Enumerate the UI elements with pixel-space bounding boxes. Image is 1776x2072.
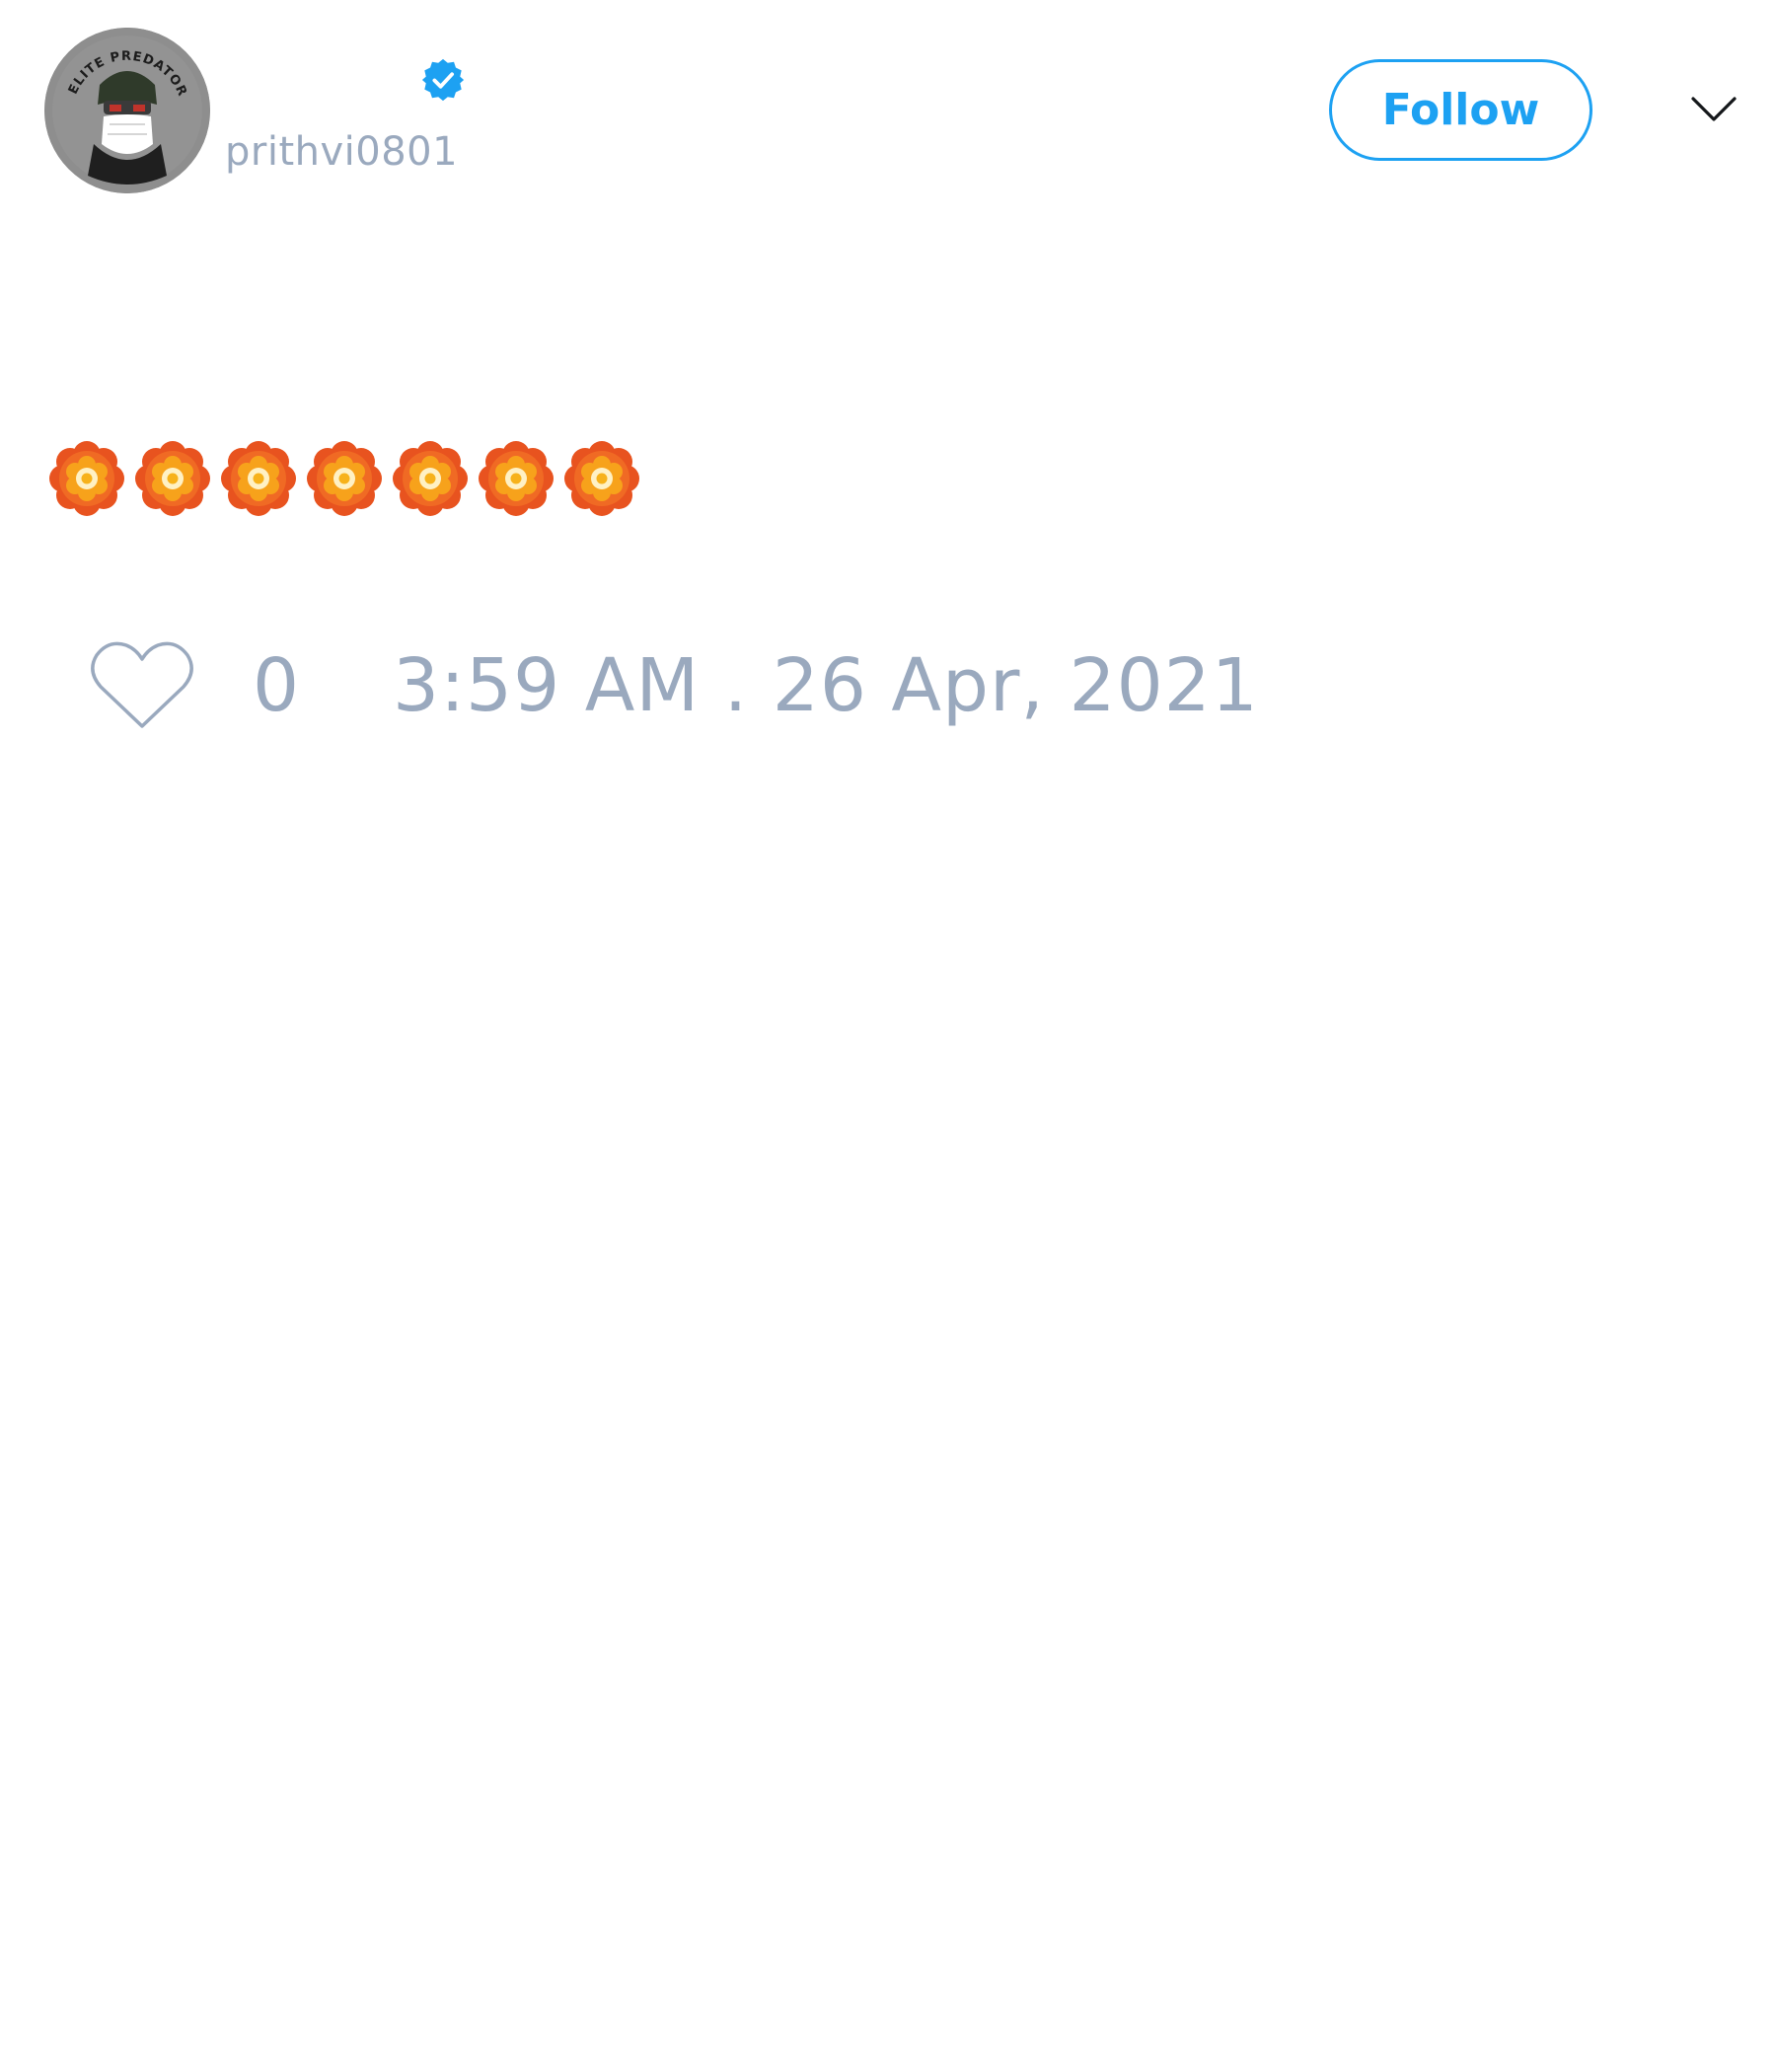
avatar[interactable]: ELITE PREDATORS xyxy=(44,28,210,193)
rosette-icon xyxy=(479,441,554,516)
verified-badge-icon xyxy=(421,58,465,102)
rosette-icon xyxy=(564,441,639,516)
avatar-image: ELITE PREDATORS xyxy=(44,28,210,193)
rosette-icon xyxy=(135,441,210,516)
rosette-icon xyxy=(221,441,296,516)
timestamp[interactable]: 3:59 AM . 26 Apr, 2021 xyxy=(393,641,1259,730)
heart-icon[interactable] xyxy=(89,635,195,734)
tweet-card: ELITE PREDATORS prithvi0801 Follow 🏵️🏵️🏵… xyxy=(0,0,1776,2072)
rosette-icon xyxy=(393,441,468,516)
chevron-down-icon[interactable] xyxy=(1689,89,1739,128)
username[interactable]: prithvi0801 xyxy=(225,126,458,178)
follow-button[interactable]: Follow xyxy=(1329,59,1592,161)
tweet-text: 🏵️🏵️🏵️🏵️🏵️🏵️🏵️ xyxy=(47,439,641,518)
rosette-icon xyxy=(307,441,382,516)
like-count: 0 xyxy=(253,643,300,728)
rosette-icon xyxy=(49,441,124,516)
